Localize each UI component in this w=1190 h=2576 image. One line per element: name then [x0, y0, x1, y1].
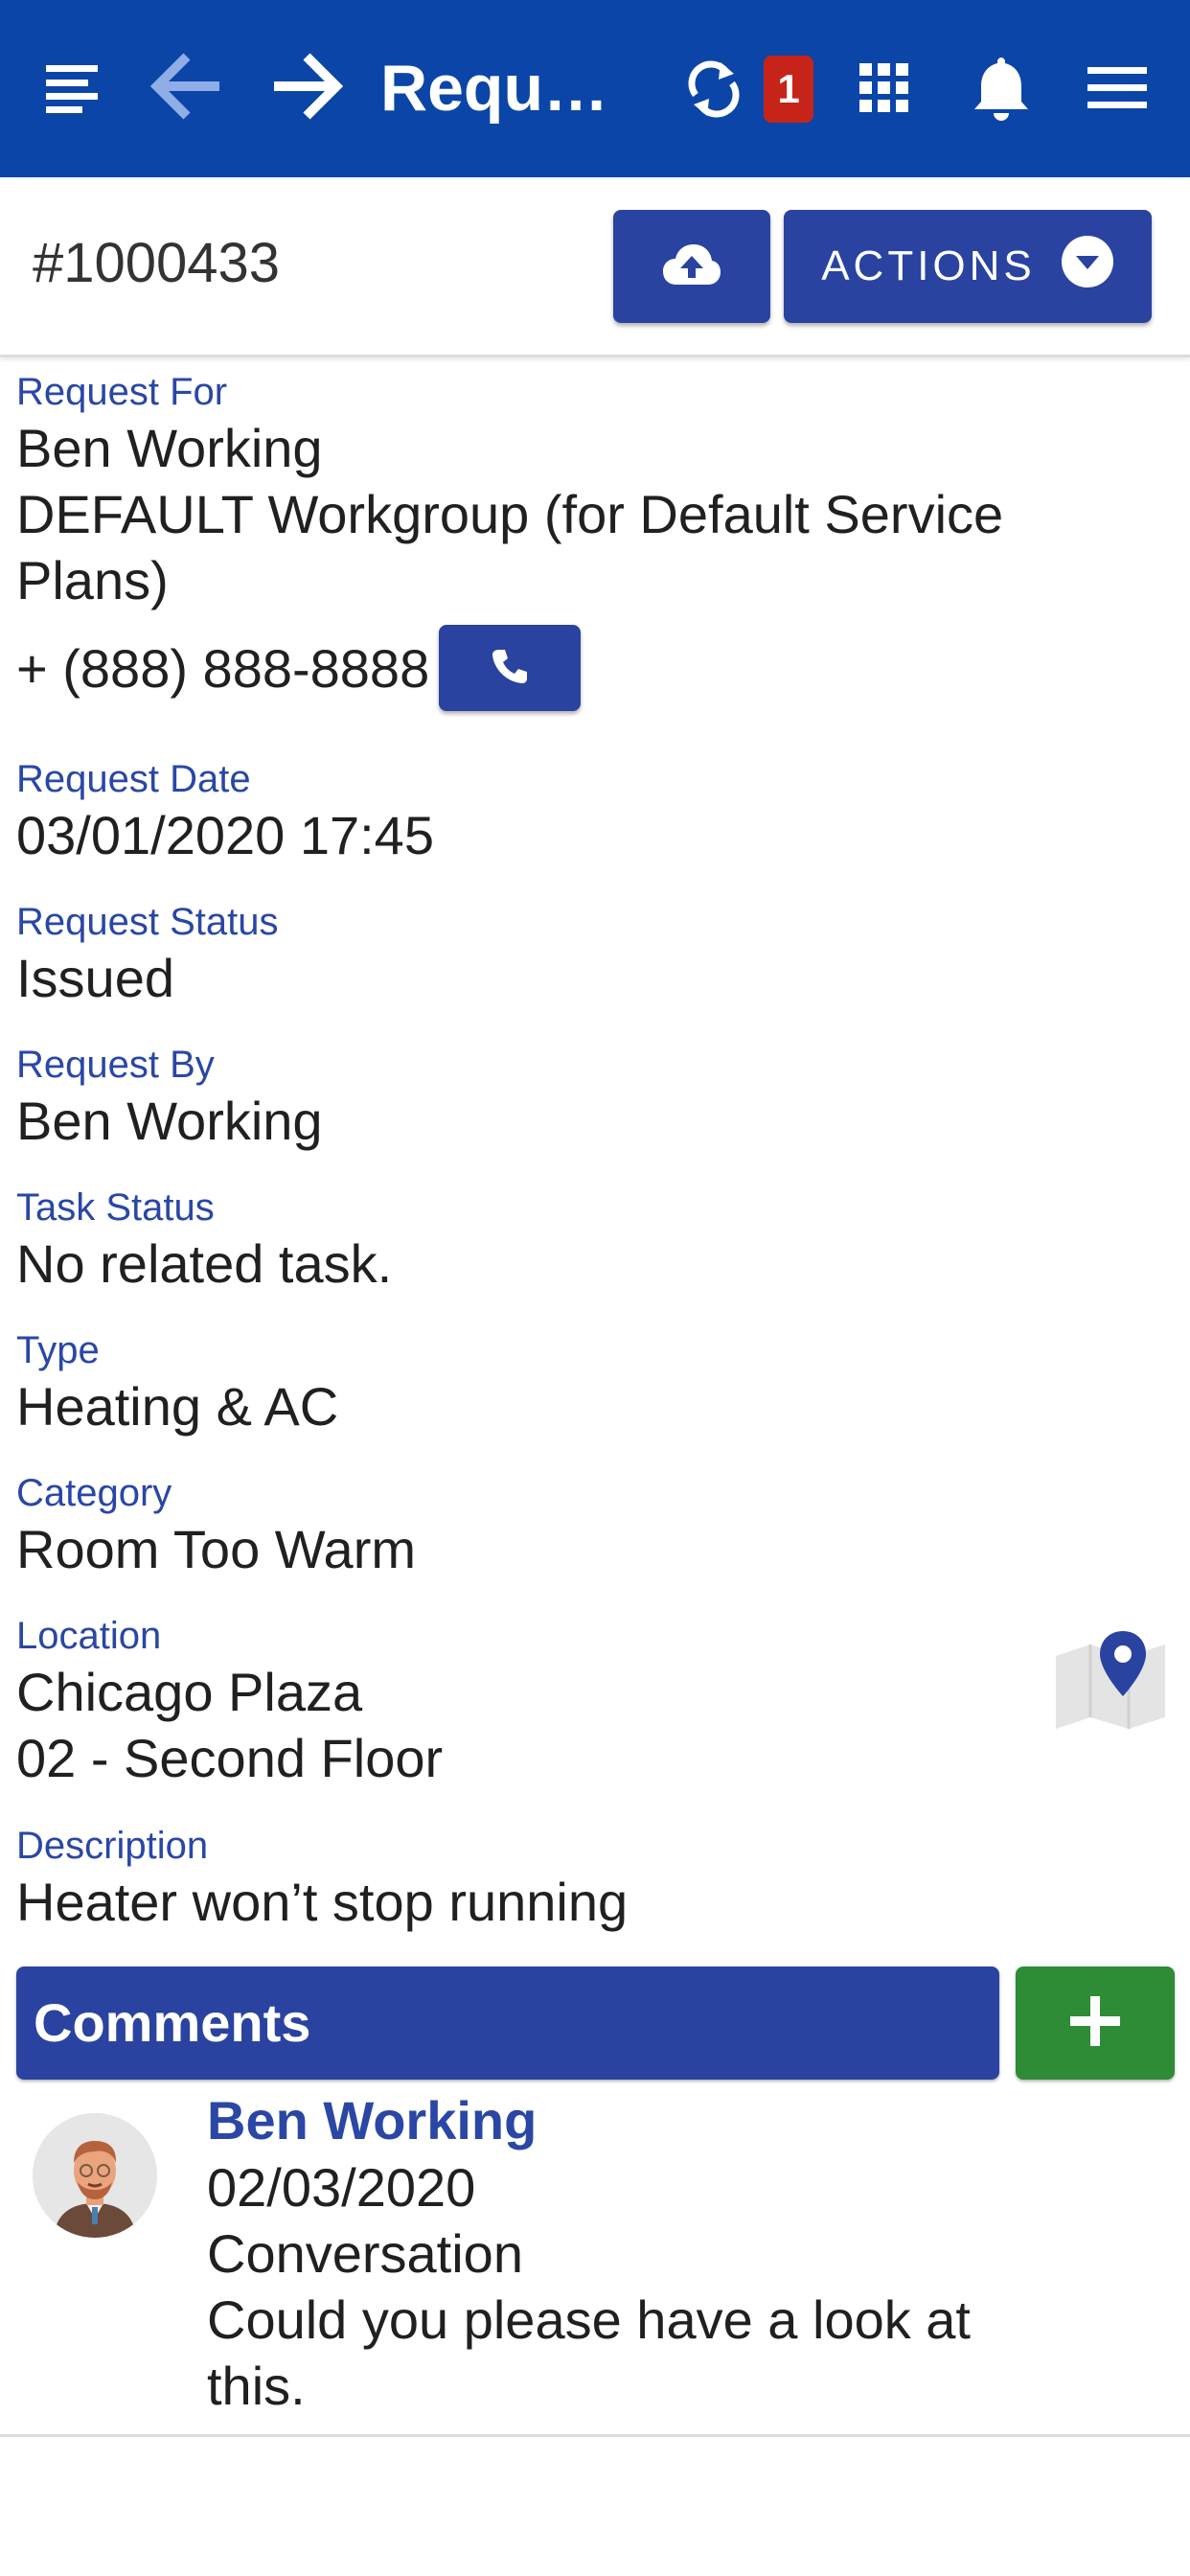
divider [0, 2434, 1190, 2437]
forward-arrow-icon[interactable] [268, 48, 345, 125]
upload-button[interactable] [613, 210, 770, 323]
sync-badge: 1 [764, 56, 813, 123]
type-label: Type [16, 1329, 100, 1371]
actions-button[interactable]: ACTIONS [784, 210, 1152, 323]
request-status-field: Request Status Issued [16, 899, 1022, 1011]
apps-grid-icon[interactable] [856, 59, 913, 117]
actions-label: ACTIONS [821, 242, 1036, 289]
sync-icon[interactable] [685, 56, 743, 123]
description-field: Description Heater won’t stop running [16, 1823, 1022, 1935]
phone-icon [491, 647, 529, 690]
category-value: Room Too Warm [16, 1519, 416, 1579]
comment-date: 02/03/2020 [207, 2157, 476, 2218]
phone-number: + (888) 888-8888 [16, 637, 430, 699]
comment-author[interactable]: Ben Working [207, 2087, 973, 2154]
category-label: Category [16, 1472, 172, 1514]
comments-title: Comments [34, 1992, 311, 2053]
description-label: Description [16, 1825, 209, 1867]
location-label: Location [16, 1615, 162, 1657]
comment-item: Ben Working 02/03/2020 Conversation Coul… [207, 2087, 973, 2419]
request-by-field: Request By Ben Working [16, 1042, 1022, 1154]
request-date-value: 03/01/2020 17:45 [16, 805, 434, 865]
avatar [33, 2113, 157, 2238]
request-status-value: Issued [16, 948, 174, 1008]
request-id: #1000433 [33, 232, 281, 294]
request-date-field: Request Date 03/01/2020 17:45 [16, 756, 1022, 868]
cloud-upload-icon [661, 242, 722, 291]
location-field: Location Chicago Plaza 02 - Second Floor [16, 1613, 1022, 1791]
request-for-field: Request For Ben Working DEFAULT Workgrou… [16, 369, 1022, 711]
request-for-label: Request For [16, 371, 228, 413]
request-for-name: Ben Working [16, 418, 323, 478]
comments-header[interactable]: Comments [16, 1966, 999, 2080]
category-field: Category Room Too Warm [16, 1470, 1022, 1582]
map-pin-icon[interactable] [1054, 1629, 1167, 1731]
comment-text: Could you please have a look at this. [207, 2289, 971, 2416]
request-by-label: Request By [16, 1044, 215, 1086]
request-header: #1000433 ACTIONS [0, 177, 1190, 357]
menu-icon[interactable] [1083, 59, 1152, 117]
description-value: Heater won’t stop running [16, 1872, 629, 1932]
app-bar: Requ… 1 [0, 0, 1190, 177]
location-building: Chicago Plaza [16, 1662, 363, 1722]
location-floor: 02 - Second Floor [16, 1728, 444, 1788]
request-for-workgroup: DEFAULT Workgroup (for Default Service P… [16, 484, 1004, 610]
chevron-down-icon [1061, 235, 1114, 299]
list-icon[interactable] [38, 58, 105, 120]
type-field: Type Heating & AC [16, 1327, 1022, 1439]
add-comment-button[interactable] [1016, 1966, 1175, 2080]
comment-type: Conversation [207, 2223, 523, 2284]
page-title: Requ… [380, 52, 608, 125]
phone-row: + (888) 888-8888 [16, 625, 1022, 711]
request-by-value: Ben Working [16, 1091, 323, 1151]
task-status-field: Task Status No related task. [16, 1184, 1022, 1297]
call-button[interactable] [439, 625, 582, 711]
request-status-label: Request Status [16, 901, 279, 943]
task-status-value: No related task. [16, 1233, 393, 1294]
plus-icon [1066, 1992, 1124, 2055]
bell-icon[interactable] [968, 52, 1035, 125]
back-arrow-icon[interactable] [149, 48, 225, 125]
request-date-label: Request Date [16, 758, 251, 800]
type-value: Heating & AC [16, 1376, 339, 1437]
task-status-label: Task Status [16, 1186, 215, 1229]
